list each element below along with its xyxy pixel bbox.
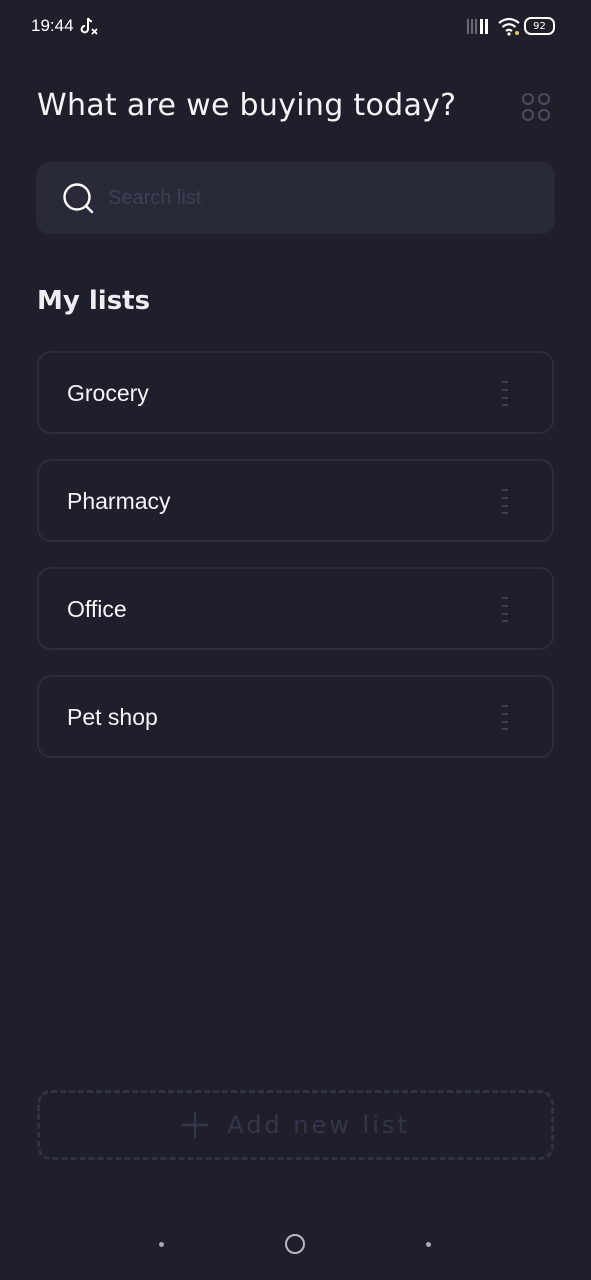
- signal-icon: [467, 19, 488, 34]
- drag-handle-icon[interactable]: [499, 487, 511, 515]
- list-item-label: Office: [67, 596, 127, 622]
- status-time: 19:44: [31, 16, 74, 35]
- list-item-pharmacy[interactable]: Pharmacy: [37, 459, 554, 542]
- list-item-label: Pharmacy: [67, 488, 171, 514]
- search-bar[interactable]: [36, 162, 555, 234]
- search-input[interactable]: [108, 180, 528, 216]
- grid-view-icon[interactable]: [521, 92, 551, 122]
- section-title: My lists: [37, 286, 151, 316]
- drag-handle-icon[interactable]: [499, 379, 511, 407]
- add-new-list-label: Add new list: [227, 1111, 410, 1139]
- status-bar: 19:44 92: [0, 0, 591, 52]
- nav-back-button[interactable]: [426, 1242, 431, 1247]
- add-new-list-button[interactable]: Add new list: [37, 1090, 554, 1160]
- plus-icon: [182, 1112, 209, 1138]
- battery-indicator: 92: [524, 17, 555, 35]
- drag-handle-icon[interactable]: [499, 595, 511, 623]
- battery-level: 92: [533, 20, 546, 32]
- wifi-icon: [498, 17, 520, 36]
- list-item-label: Pet shop: [67, 704, 158, 730]
- list-item-pet-shop[interactable]: Pet shop: [37, 675, 554, 758]
- tiktok-icon: [80, 17, 98, 35]
- screen: 19:44 92 What are we buying today? Searc…: [0, 0, 591, 1280]
- list-item-grocery[interactable]: Grocery: [37, 351, 554, 434]
- drag-handle-icon[interactable]: [499, 703, 511, 731]
- nav-recents-button[interactable]: [159, 1242, 164, 1247]
- list-item-label: Grocery: [67, 380, 149, 406]
- search-icon: [63, 183, 94, 214]
- page-title: What are we buying today?: [37, 88, 457, 123]
- nav-home-button[interactable]: [285, 1234, 305, 1254]
- list-item-office[interactable]: Office: [37, 567, 554, 650]
